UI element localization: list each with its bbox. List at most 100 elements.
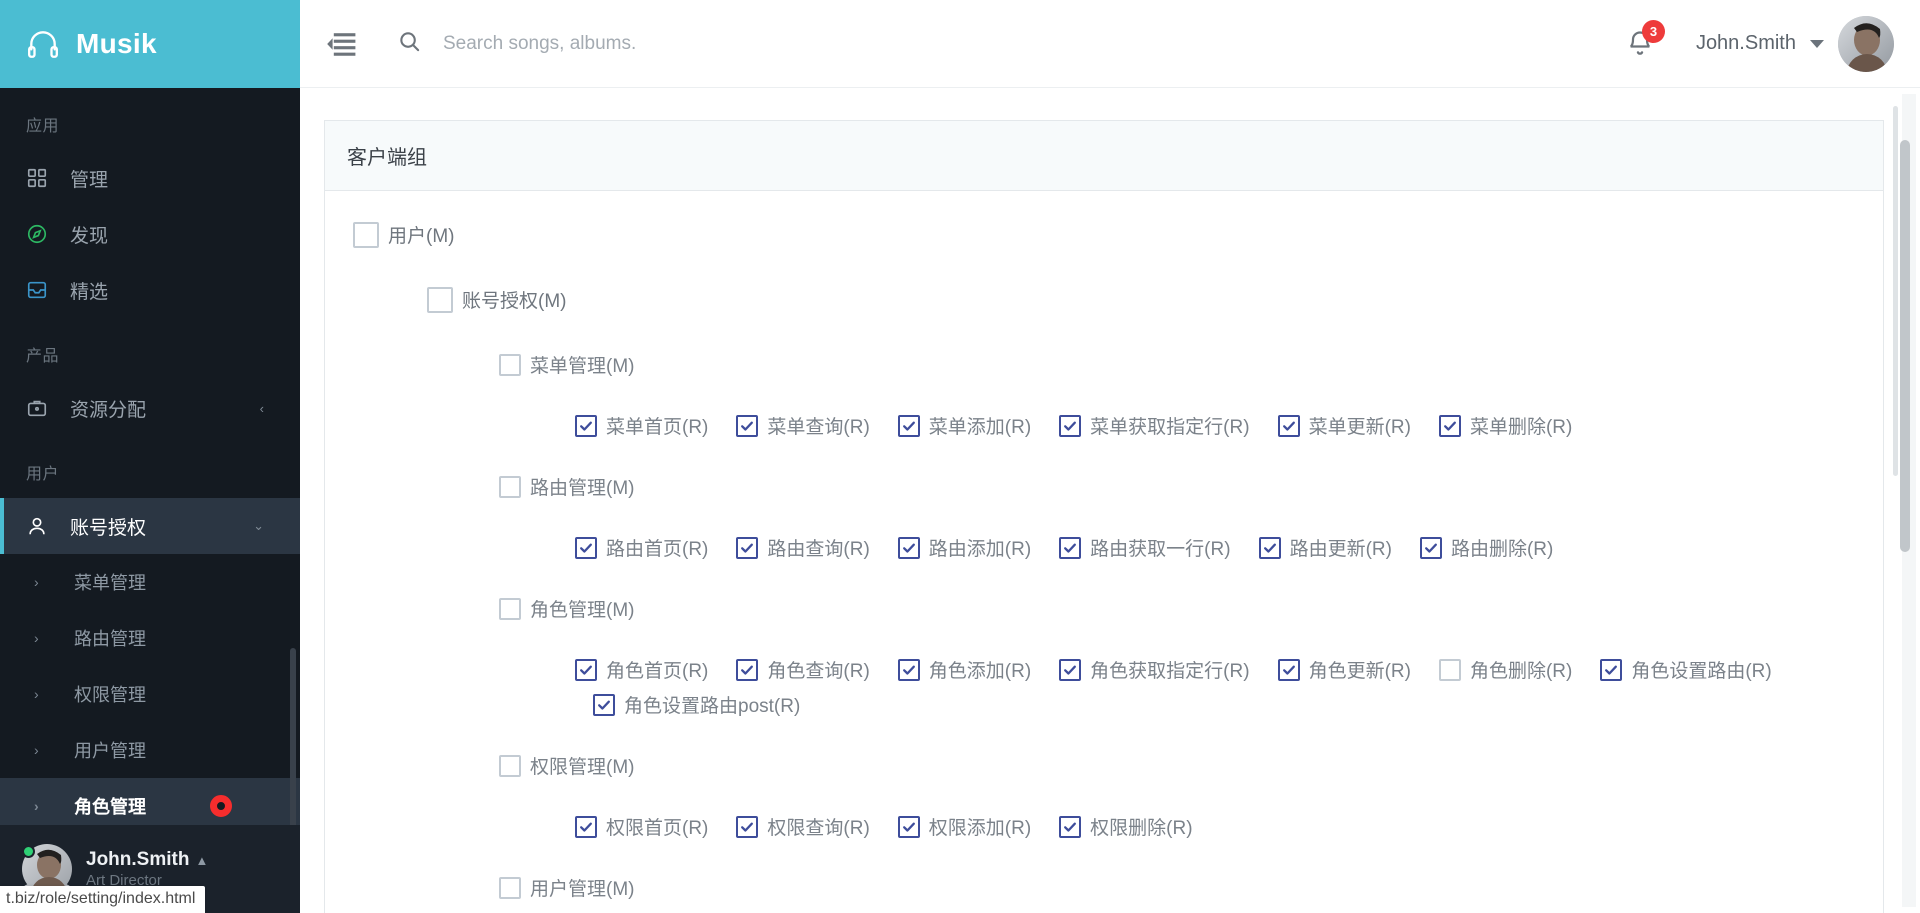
chevron-right-icon: ›	[34, 742, 39, 758]
checkbox-label: 路由管理(M)	[530, 478, 635, 499]
checkbox-role-set-route-r[interactable]: 角色设置路由(R)	[1600, 656, 1772, 683]
checkbox-label: 角色首页(R)	[606, 661, 709, 682]
ring-badge-icon	[210, 795, 232, 817]
sidebar-item-discover[interactable]: 发现	[0, 206, 300, 262]
headphones-icon	[26, 27, 60, 61]
sidebar-subitem-label: 角色管理	[74, 797, 146, 817]
checkbox-menu-get-row-r[interactable]: 菜单获取指定行(R)	[1059, 412, 1250, 439]
checkbox-box	[1419, 536, 1442, 559]
sidebar-item-account-auth[interactable]: 账号授权 ⌄	[0, 498, 300, 554]
user-icon	[26, 515, 58, 537]
checkbox-route-update-r[interactable]: 路由更新(R)	[1258, 534, 1392, 561]
checkbox-box	[1059, 815, 1082, 838]
chevron-right-icon: ›	[34, 630, 39, 646]
chevron-right-icon: ›	[34, 686, 39, 702]
checkbox-box	[897, 815, 920, 838]
checkbox-role-update-r[interactable]: 角色更新(R)	[1277, 656, 1411, 683]
checkbox-label: 菜单添加(R)	[928, 417, 1032, 438]
checkbox-label: 路由添加(R)	[928, 539, 1032, 560]
checkbox-box	[593, 693, 615, 716]
checkbox-label: 权限首页(R)	[606, 818, 709, 839]
briefcase-icon	[26, 397, 58, 419]
checkbox-role-management-m[interactable]: 角色管理(M)	[499, 595, 634, 622]
profile-name: John.Smith ▲	[86, 848, 208, 872]
checkbox-box	[499, 353, 521, 376]
checkbox-route-management-m[interactable]: 路由管理(M)	[499, 473, 634, 500]
checkbox-box	[1438, 414, 1461, 437]
checkbox-box	[499, 475, 521, 498]
checkbox-box	[1600, 658, 1623, 681]
checkbox-menu-home-r[interactable]: 菜单首页(R)	[575, 412, 708, 439]
checkbox-box	[499, 754, 521, 777]
user-menu[interactable]: John.Smith	[1696, 15, 1894, 72]
search-input[interactable]	[443, 32, 1003, 55]
sidebar-subitem-user-management[interactable]: › 用户管理	[0, 722, 300, 778]
sidebar-item-label: 管理	[70, 169, 109, 191]
checkbox-label: 角色更新(R)	[1308, 661, 1411, 682]
brand-logo[interactable]: Musik	[0, 0, 300, 88]
checkbox-label: 角色查询(R)	[767, 661, 870, 682]
sidebar-subitem-route-management[interactable]: › 路由管理	[0, 610, 300, 666]
checkbox-box	[499, 597, 521, 620]
inbox-icon	[26, 279, 58, 301]
checkbox-box	[736, 658, 759, 681]
sidebar-subitem-permission-management[interactable]: › 权限管理	[0, 666, 300, 722]
checkbox-account-auth-m[interactable]: 账号授权(M)	[427, 286, 566, 313]
checkbox-box	[1059, 658, 1082, 681]
checkbox-route-get-row-r[interactable]: 路由获取一行(R)	[1059, 534, 1231, 561]
checkbox-label: 权限查询(R)	[767, 818, 870, 839]
sidebar-subitem-label: 用户管理	[74, 741, 146, 761]
checkbox-route-query-r[interactable]: 路由查询(R)	[736, 534, 870, 561]
compass-icon	[26, 223, 58, 245]
checkbox-user-m[interactable]: 用户(M)	[353, 221, 454, 248]
search-icon[interactable]	[398, 30, 421, 58]
sidebar-item-label: 发现	[70, 225, 109, 247]
collapse-menu-icon[interactable]	[326, 32, 356, 56]
checkbox-label: 路由删除(R)	[1450, 539, 1554, 560]
checkbox-box	[736, 414, 759, 437]
chevron-left-icon: ‹	[259, 400, 264, 416]
checkbox-label: 角色添加(R)	[928, 661, 1032, 682]
checkbox-role-set-route-post-r[interactable]: 角色设置路由post(R)	[593, 691, 800, 718]
checkbox-permission-query-r[interactable]: 权限查询(R)	[736, 813, 870, 840]
sidebar-item-featured[interactable]: 精选	[0, 262, 300, 318]
checkbox-menu-delete-r[interactable]: 菜单删除(R)	[1438, 412, 1572, 439]
checkbox-route-add-r[interactable]: 路由添加(R)	[897, 534, 1032, 561]
chevron-right-icon: ›	[34, 574, 39, 590]
checkbox-role-query-r[interactable]: 角色查询(R)	[736, 656, 870, 683]
checkbox-menu-management-m[interactable]: 菜单管理(M)	[499, 351, 634, 378]
checkbox-box	[1277, 658, 1300, 681]
card-title: 客户端组	[325, 121, 1883, 191]
checkbox-menu-add-r[interactable]: 菜单添加(R)	[897, 412, 1032, 439]
checkbox-role-delete-r[interactable]: 角色删除(R)	[1438, 656, 1573, 683]
checkbox-box	[575, 536, 597, 559]
chevron-down-icon	[1810, 39, 1824, 48]
sidebar-item-manage[interactable]: 管理	[0, 150, 300, 206]
checkbox-permission-add-r[interactable]: 权限添加(R)	[897, 813, 1031, 840]
page-scrollbar-thumb[interactable]	[1900, 140, 1910, 552]
sidebar-subitem-menu-management[interactable]: › 菜单管理	[0, 554, 300, 610]
page-scrollbar-track[interactable]	[1900, 94, 1916, 907]
checkbox-menu-query-r[interactable]: 菜单查询(R)	[736, 412, 870, 439]
checkbox-role-home-r[interactable]: 角色首页(R)	[575, 656, 708, 683]
checkbox-route-delete-r[interactable]: 路由删除(R)	[1419, 534, 1554, 561]
checkbox-label: 角色删除(R)	[1469, 661, 1573, 682]
checkbox-role-get-row-r[interactable]: 角色获取指定行(R)	[1059, 656, 1250, 683]
checkbox-permission-management-m[interactable]: 权限管理(M)	[499, 752, 634, 779]
search-area	[398, 30, 1626, 58]
checkbox-label: 权限管理(M)	[530, 757, 635, 778]
checkbox-box	[736, 536, 759, 559]
checkbox-role-add-r[interactable]: 角色添加(R)	[897, 656, 1032, 683]
permission-row: 菜单首页(R) 菜单查询(R) 菜单添加(R) 菜单获取指定行(R) 菜单更新(…	[347, 412, 1861, 447]
checkbox-permission-home-r[interactable]: 权限首页(R)	[575, 813, 708, 840]
card-scrollbar-thumb[interactable]	[1893, 106, 1898, 476]
checkbox-menu-update-r[interactable]: 菜单更新(R)	[1277, 412, 1411, 439]
sidebar-item-resource-allocation[interactable]: 资源分配 ‹	[0, 380, 300, 436]
checkbox-permission-delete-r[interactable]: 权限删除(R)	[1059, 813, 1193, 840]
sidebar-scrollbar-track[interactable]	[290, 178, 298, 913]
sidebar-section-label-users: 用户	[26, 466, 60, 483]
checkbox-user-management-m[interactable]: 用户管理(M)	[499, 874, 634, 901]
notifications-button[interactable]: 3	[1626, 19, 1665, 60]
checkbox-route-home-r[interactable]: 路由首页(R)	[575, 534, 708, 561]
sidebar-section-label-products: 产品	[26, 348, 60, 365]
